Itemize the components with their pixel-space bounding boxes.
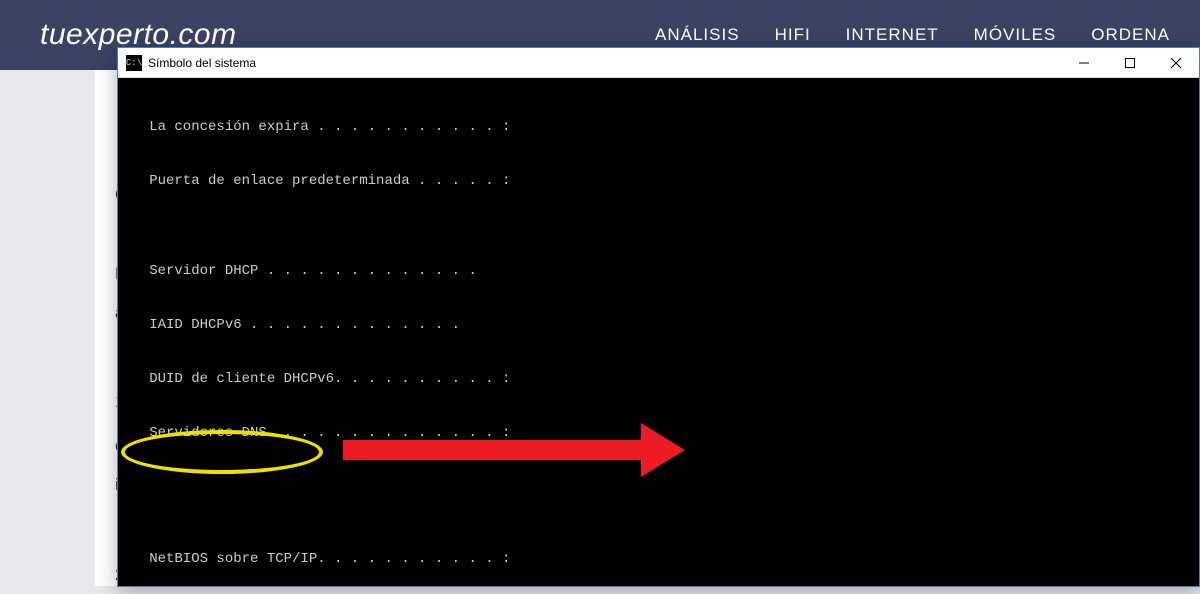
nav-hifi[interactable]: HIFI <box>775 25 811 45</box>
close-button[interactable] <box>1153 48 1199 77</box>
nav-moviles[interactable]: MÓVILES <box>974 25 1057 45</box>
redaction-block <box>463 308 603 360</box>
nav-ordena[interactable]: ORDENA <box>1091 25 1170 45</box>
term-line: La concesión expira . . . . . . . . . . … <box>124 118 1193 136</box>
nav-internet[interactable]: INTERNET <box>846 25 939 45</box>
arrow-head-icon <box>641 423 685 477</box>
redaction-block <box>519 386 1019 541</box>
close-icon <box>1171 58 1181 68</box>
terminal-body[interactable]: La concesión expira . . . . . . . . . . … <box>118 78 1199 586</box>
cmd-title: Símbolo del sistema <box>148 56 256 70</box>
cmd-titlebar[interactable]: C:\ Símbolo del sistema <box>118 48 1199 78</box>
maximize-button[interactable] <box>1107 48 1153 77</box>
term-line: NetBIOS sobre TCP/IP. . . . . . . . . . … <box>124 550 1193 568</box>
annotation-ellipse <box>121 430 323 474</box>
site-nav: ANÁLISIS HIFI INTERNET MÓVILES ORDENA <box>655 25 1170 45</box>
cmd-window: C:\ Símbolo del sistema La concesión exp… <box>117 47 1200 587</box>
cmd-icon: C:\ <box>126 55 142 71</box>
minimize-button[interactable] <box>1061 48 1107 77</box>
maximize-icon <box>1125 58 1135 68</box>
titlebar-controls <box>1061 48 1199 77</box>
arrow-body <box>343 440 653 460</box>
minimize-icon <box>1079 58 1089 68</box>
nav-analisis[interactable]: ANÁLISIS <box>655 25 740 45</box>
annotation-arrow <box>343 433 393 505</box>
